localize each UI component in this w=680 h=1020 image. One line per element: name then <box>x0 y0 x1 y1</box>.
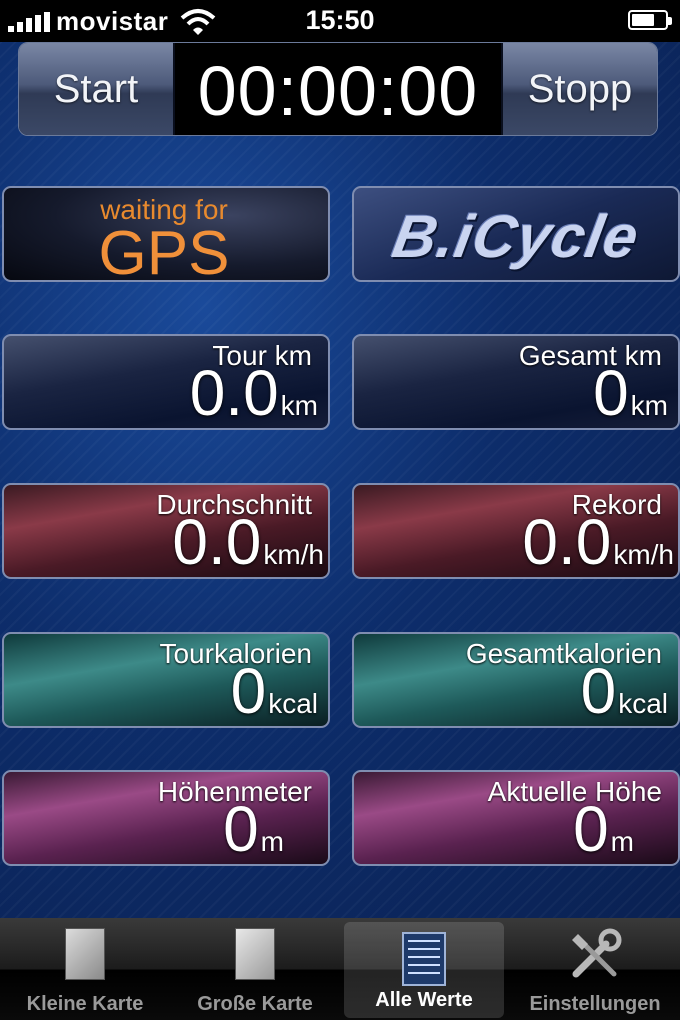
gps-status-tile: waiting for GPS <box>2 186 330 282</box>
timer-bar: Start 00:00:00 Stopp <box>18 42 658 136</box>
status-time: 15:50 <box>305 5 375 35</box>
tile-value: 0.0 <box>522 506 612 578</box>
tab-bar: Kleine Karte Große Karte Alle Werte Eins… <box>0 918 680 1020</box>
tile-value-row: 0km <box>593 358 668 428</box>
tile-unit: m <box>260 826 284 857</box>
tile-value: 0 <box>573 793 609 865</box>
current-altitude-tile: Aktuelle Höhe 0m <box>352 770 680 866</box>
total-km-tile: Gesamt km 0km <box>352 334 680 430</box>
total-calories-tile: Gesamtkalorien 0kcal <box>352 632 680 728</box>
tile-value: 0 <box>223 793 259 865</box>
tour-km-tile: Tour km 0.0km <box>2 334 330 430</box>
tab-label: Alle Werte <box>375 989 473 1011</box>
tile-value-row: 0kcal <box>581 656 668 726</box>
average-speed-tile: Durchschnitt 0.0km/h <box>2 483 330 579</box>
tile-value-row: 0.0km/h <box>172 507 324 577</box>
tile-unit: km/h <box>263 539 324 570</box>
battery-icon <box>628 10 672 30</box>
tile-value: 0 <box>230 655 267 727</box>
tile-value-row: 0.0km <box>190 358 318 428</box>
tile-value-row: 0m <box>573 794 634 864</box>
tab-grosse-karte[interactable]: Große Karte <box>170 918 340 1020</box>
tile-unit: kcal <box>618 688 668 719</box>
tile-value: 0 <box>580 655 617 727</box>
tab-label: Einstellungen <box>529 993 661 1015</box>
tile-unit: km <box>630 390 668 421</box>
elapsed-time-display: 00:00:00 <box>175 43 501 135</box>
battery-fill <box>632 14 654 26</box>
tile-value-row: 0m <box>223 794 284 864</box>
tile-value-row: 0.0km/h <box>522 507 674 577</box>
tour-calories-tile: Tourkalorien 0kcal <box>2 632 330 728</box>
tab-einstellungen[interactable]: Einstellungen <box>510 918 680 1020</box>
tile-unit: km/h <box>613 539 674 570</box>
tile-unit: km <box>280 390 318 421</box>
elevation-gain-tile: Höhenmeter 0m <box>2 770 330 866</box>
tab-alle-werte[interactable]: Alle Werte <box>344 922 504 1018</box>
settings-icon <box>572 928 622 978</box>
tile-value: 0.0 <box>172 506 262 578</box>
tile-unit: kcal <box>268 688 318 719</box>
tile-unit: m <box>610 826 634 857</box>
large-map-icon <box>235 928 275 980</box>
gps-text: GPS <box>98 219 230 282</box>
small-map-icon <box>65 928 105 980</box>
start-button[interactable]: Start <box>19 43 175 135</box>
logo-text: B.iCycle <box>387 203 645 270</box>
app-logo: B.iCycle <box>352 186 680 282</box>
tile-value: 0 <box>593 357 629 429</box>
all-values-icon <box>402 932 446 986</box>
tab-kleine-karte[interactable]: Kleine Karte <box>0 918 170 1020</box>
status-bar: movistar 15:50 <box>0 0 680 42</box>
tile-value-row: 0kcal <box>231 656 318 726</box>
stop-button[interactable]: Stopp <box>501 43 657 135</box>
tile-value: 0.0 <box>189 357 279 429</box>
record-speed-tile: Rekord 0.0km/h <box>352 483 680 579</box>
tab-label: Große Karte <box>197 993 313 1015</box>
tab-label: Kleine Karte <box>26 993 144 1015</box>
